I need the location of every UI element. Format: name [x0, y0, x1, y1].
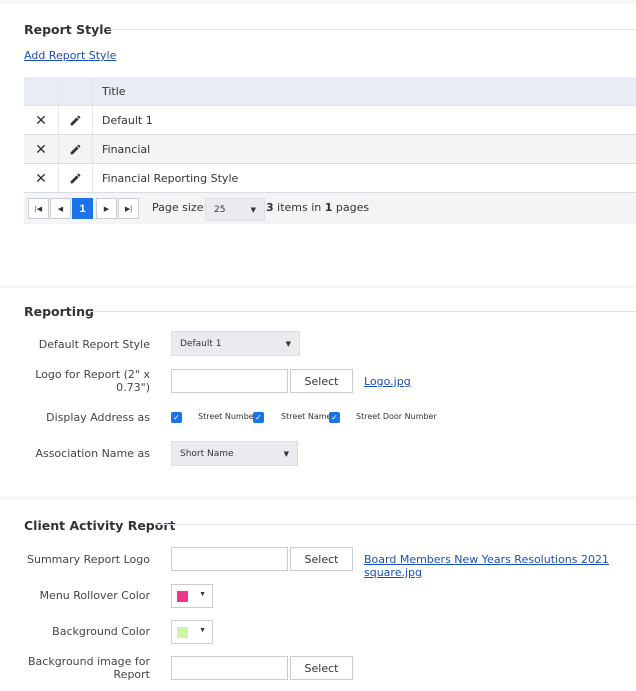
summary-logo-label: Summary Report Logo: [27, 553, 150, 566]
edit-icon[interactable]: [58, 106, 93, 134]
color-swatch: [177, 591, 188, 602]
background-image-select-button[interactable]: Select: [290, 656, 353, 680]
last-page-icon[interactable]: ▶|: [118, 198, 139, 219]
chevron-down-icon: ▼: [285, 339, 291, 348]
column-header-title[interactable]: Title: [102, 77, 126, 105]
street-number-label: Street Number: [198, 412, 257, 421]
items-count: 3: [266, 201, 274, 214]
table-row: ✕ Default 1: [24, 106, 636, 135]
next-page-icon[interactable]: ▶: [96, 198, 117, 219]
default-report-style-label: Default Report Style: [38, 338, 150, 351]
logo-select-button[interactable]: Select: [290, 369, 353, 393]
report-style-grid: Title ✕ Default 1 ✕ Financial ✕ Financia…: [24, 77, 636, 224]
chevron-down-icon: ▼: [283, 449, 289, 458]
background-image-label-line2: Report: [113, 668, 150, 681]
divider: [154, 524, 636, 525]
default-report-style-select[interactable]: Default 1 ▼: [171, 331, 300, 356]
logo-file-link[interactable]: Logo.jpg: [364, 375, 411, 388]
logo-label-line1: Logo for Report (2" x: [35, 368, 150, 381]
divider: [90, 311, 636, 312]
reporting-title: Reporting: [24, 304, 94, 319]
summary-logo-select-button[interactable]: Select: [290, 547, 353, 571]
chevron-down-icon: ▼: [199, 627, 206, 634]
background-color-label: Background Color: [52, 625, 150, 638]
row-title: Financial: [102, 142, 151, 156]
chevron-down-icon: ▼: [199, 591, 206, 598]
background-color-picker[interactable]: ▼: [171, 620, 213, 644]
page-size-label: Page size:: [152, 201, 208, 214]
first-page-icon[interactable]: |◀: [28, 198, 49, 219]
background-image-input[interactable]: [171, 656, 288, 680]
table-row: ✕ Financial: [24, 135, 636, 164]
prev-page-icon[interactable]: ◀: [50, 198, 71, 219]
client-activity-title: Client Activity Report: [24, 518, 176, 533]
street-name-label: Street Name: [281, 412, 332, 421]
header-edit-col: [58, 77, 93, 105]
street-name-checkbox[interactable]: ✓: [253, 412, 264, 423]
background-image-label-line1: Background image for: [27, 655, 150, 668]
background-image-label: Background image for Report: [28, 655, 150, 681]
items-summary: 3 items in 1 pages: [266, 201, 369, 214]
pages-text: pages: [335, 201, 370, 214]
street-door-number-checkbox[interactable]: ✓: [329, 412, 340, 423]
grid-header: Title: [24, 77, 636, 106]
delete-icon[interactable]: ✕: [24, 164, 59, 192]
add-report-style-link[interactable]: Add Report Style: [24, 49, 116, 62]
page-size-value: 25: [214, 204, 226, 215]
divider: [106, 29, 636, 30]
street-door-number-label: Street Door Number: [356, 412, 437, 421]
page-button-current[interactable]: 1: [72, 198, 93, 219]
edit-icon[interactable]: [58, 164, 93, 192]
street-number-checkbox[interactable]: ✓: [171, 412, 182, 423]
association-name-select[interactable]: Short Name ▼: [171, 441, 298, 466]
chevron-down-icon: ▼: [250, 205, 256, 214]
default-report-style-value: Default 1: [180, 338, 222, 349]
report-style-title: Report Style: [24, 22, 113, 37]
table-row: ✕ Financial Reporting Style: [24, 164, 636, 193]
association-name-label: Association Name as: [35, 447, 150, 460]
logo-label-line2: 0.73"): [116, 381, 150, 394]
pages-count: 1: [324, 201, 333, 214]
row-title: Financial Reporting Style: [102, 171, 239, 185]
delete-icon[interactable]: ✕: [24, 135, 59, 163]
page-size-select[interactable]: 25 ▼: [205, 198, 265, 221]
edit-icon[interactable]: [58, 135, 93, 163]
logo-file-input[interactable]: [171, 369, 288, 393]
association-name-value: Short Name: [180, 448, 234, 459]
menu-rollover-color-picker[interactable]: ▼: [171, 584, 213, 608]
row-title: Default 1: [102, 113, 153, 127]
menu-rollover-label: Menu Rollover Color: [39, 589, 150, 602]
header-delete-col: [24, 77, 59, 105]
logo-label: Logo for Report (2" x 0.73"): [35, 368, 150, 394]
items-in-text: items in: [277, 201, 322, 214]
summary-logo-file-link[interactable]: Board Members New Years Resolutions 2021…: [364, 553, 636, 579]
summary-logo-input[interactable]: [171, 547, 288, 571]
delete-icon[interactable]: ✕: [24, 106, 59, 134]
grid-pager: |◀ ◀ 1 ▶ ▶| Page size: 25 ▼ 3 items in 1…: [24, 193, 636, 224]
display-address-label: Display Address as: [46, 411, 150, 424]
color-swatch: [177, 627, 188, 638]
